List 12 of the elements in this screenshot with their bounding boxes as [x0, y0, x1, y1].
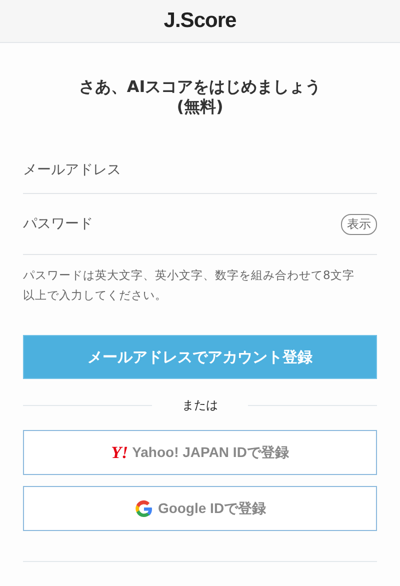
page-title-note: (無料)	[176, 97, 224, 117]
social-login-button[interactable]: Google IDで登録	[23, 486, 377, 531]
google-g-icon	[134, 498, 154, 518]
password-hint: パスワードは英大文字、英小文字、数字を組み合わせて8文字以上で入力してください。	[23, 267, 356, 304]
page-title: さあ、AIスコアをはじめましょう	[78, 77, 322, 97]
input-field[interactable]: メールアドレス	[23, 162, 377, 178]
logo[interactable]: J.Score	[164, 9, 236, 33]
show-password-button[interactable]: 表示	[341, 214, 377, 234]
social-login-button[interactable]: Y! Yahoo! JAPAN IDで登録	[23, 430, 377, 475]
register-button[interactable]: メールアドレスでアカウント登録	[23, 335, 377, 379]
divider-text: または	[181, 397, 219, 414]
input-field[interactable]: パスワード	[23, 216, 341, 232]
